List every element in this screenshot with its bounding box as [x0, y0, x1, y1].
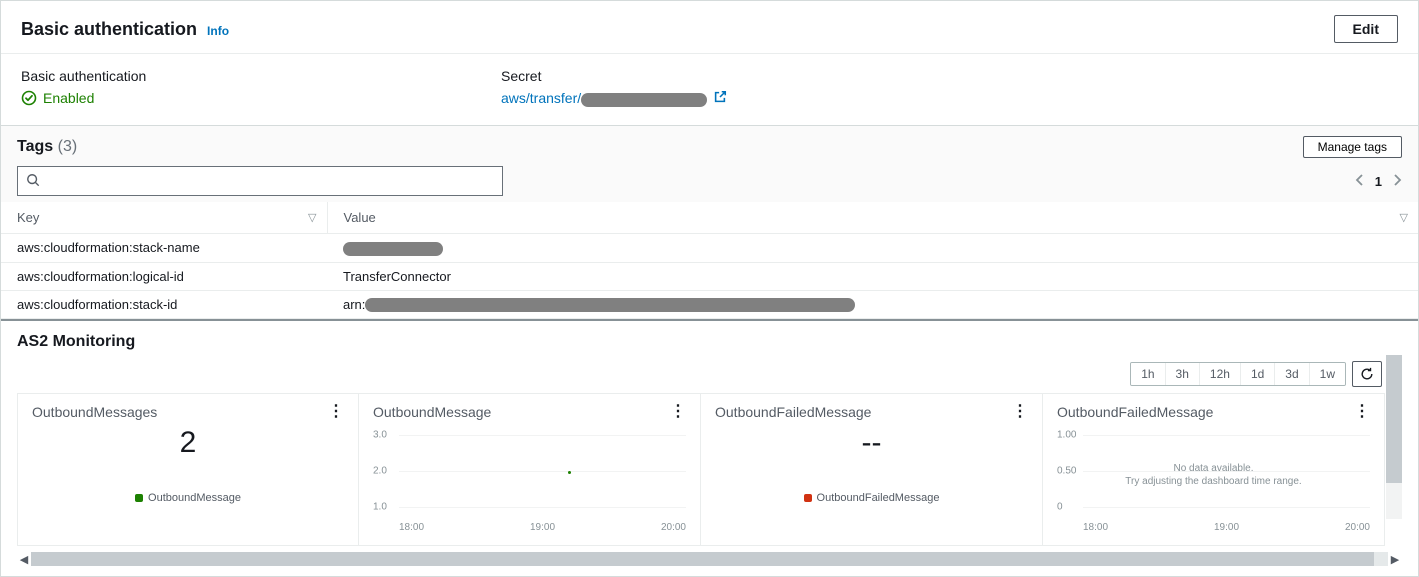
- prev-page-button[interactable]: [1355, 174, 1365, 189]
- next-page-button[interactable]: [1392, 174, 1402, 189]
- basic-auth-status: Enabled: [21, 90, 501, 106]
- basic-auth-title: Basic authentication: [21, 19, 197, 40]
- x-axis: 18:00 19:00 20:00: [1083, 522, 1370, 533]
- chart-card: OutboundMessage ⋮ 3.0 2.0 1.0 18:00 19:00 20:00: [359, 393, 701, 546]
- tags-panel: Tags (3) Manage tags 1: [1, 125, 1418, 319]
- table-row: aws:cloudformation:logical-idTransferCon…: [1, 262, 1418, 290]
- manage-tags-button[interactable]: Manage tags: [1303, 136, 1402, 158]
- tag-key: aws:cloudformation:logical-id: [1, 262, 327, 290]
- page-number: 1: [1375, 174, 1382, 189]
- y-tick-label: 1.0: [373, 501, 387, 512]
- chart-card: OutboundFailedMessage ⋮ 1.000.500No data a…: [1043, 393, 1385, 546]
- tags-pagination: 1: [1355, 174, 1402, 189]
- sort-caret-icon: ▽: [308, 211, 316, 224]
- no-data-message: No data available.Try adjusting the dash…: [1057, 430, 1370, 520]
- scroll-left-button[interactable]: ◀: [17, 553, 31, 566]
- sort-caret-icon: ▽: [1400, 211, 1408, 224]
- range-3h-button[interactable]: 3h: [1166, 363, 1200, 385]
- vertical-scrollbar[interactable]: [1386, 355, 1402, 519]
- tag-value: arn:: [327, 290, 1418, 319]
- range-3d-button[interactable]: 3d: [1275, 363, 1309, 385]
- tags-count: (3): [58, 138, 78, 155]
- chart-menu-button[interactable]: ⋮: [670, 404, 686, 420]
- chart-menu-button[interactable]: ⋮: [1354, 404, 1370, 420]
- x-tick-label: 19:00: [1214, 522, 1239, 533]
- check-circle-icon: [21, 90, 37, 106]
- metric-value: 2: [32, 426, 344, 460]
- chart-title: OutboundFailedMessage: [1057, 404, 1213, 420]
- scrollbar-thumb[interactable]: [31, 552, 1374, 566]
- x-tick-label: 20:00: [1345, 522, 1370, 533]
- horizontal-scrollbar[interactable]: ◀ ▶: [17, 552, 1402, 566]
- x-axis: 18:00 19:00 20:00: [399, 522, 686, 533]
- external-link-icon[interactable]: [713, 90, 727, 107]
- range-1w-button[interactable]: 1w: [1310, 363, 1345, 385]
- chart-menu-button[interactable]: ⋮: [1012, 404, 1028, 420]
- redacted-text: [365, 298, 855, 312]
- secret-label: Secret: [501, 68, 981, 84]
- legend-color-icon: [804, 494, 812, 502]
- chart-legend: OutboundMessage: [32, 492, 344, 504]
- info-link[interactable]: Info: [207, 24, 229, 38]
- chart-title: OutboundMessages: [32, 404, 157, 420]
- scroll-right-button[interactable]: ▶: [1388, 553, 1402, 566]
- charts-row: OutboundMessages⋮2OutboundMessageOutboun…: [17, 393, 1402, 546]
- monitoring-panel: AS2 Monitoring 1h3h12h1d3d1w OutboundMes…: [1, 319, 1418, 566]
- tags-table: Key▽ Value▽ aws:cloudformation:stack-nam…: [1, 202, 1418, 319]
- grid-line: [399, 471, 686, 472]
- chart-title: OutboundFailedMessage: [715, 404, 871, 420]
- table-row: aws:cloudformation:stack-idarn:: [1, 290, 1418, 319]
- secret-link[interactable]: aws/transfer/: [501, 90, 707, 106]
- legend-label: OutboundMessage: [148, 492, 241, 504]
- mini-chart: 1.000.500No data available.Try adjusting…: [1057, 430, 1370, 520]
- x-tick-label: 18:00: [1083, 522, 1108, 533]
- tags-title: Tags (3): [17, 138, 77, 156]
- y-tick-label: 2.0: [373, 465, 387, 476]
- chart-legend: OutboundFailedMessage: [715, 492, 1028, 504]
- refresh-button[interactable]: [1352, 361, 1382, 387]
- legend-color-icon: [135, 494, 143, 502]
- table-row: aws:cloudformation:stack-name: [1, 234, 1418, 263]
- tag-value: TransferConnector: [327, 262, 1418, 290]
- data-point: [568, 471, 571, 474]
- grid-line: [399, 435, 686, 436]
- basic-auth-header: Basic authentication Info Edit: [1, 1, 1418, 54]
- secret-prefix: aws/transfer/: [501, 90, 581, 106]
- basic-auth-status-label: Basic authentication: [21, 68, 501, 84]
- x-tick-label: 18:00: [399, 522, 424, 533]
- tags-title-text: Tags: [17, 138, 53, 155]
- tags-search[interactable]: [17, 166, 503, 196]
- x-tick-label: 20:00: [661, 522, 686, 533]
- chart-menu-button[interactable]: ⋮: [328, 404, 344, 420]
- basic-auth-body: Basic authentication Enabled Secret aws/…: [1, 54, 1418, 125]
- grid-line: [399, 507, 686, 508]
- range-12h-button[interactable]: 12h: [1200, 363, 1241, 385]
- metric-value: --: [715, 426, 1028, 460]
- tag-key: aws:cloudformation:stack-id: [1, 290, 327, 319]
- tag-value: [327, 234, 1418, 263]
- tag-key: aws:cloudformation:stack-name: [1, 234, 327, 263]
- redacted-text: [581, 93, 707, 107]
- chart-card: OutboundFailedMessage ⋮ -- OutboundFailedMe…: [701, 393, 1043, 546]
- y-tick-label: 3.0: [373, 429, 387, 440]
- chart-title: OutboundMessage: [373, 404, 491, 420]
- redacted-text: [343, 242, 443, 256]
- range-1h-button[interactable]: 1h: [1131, 363, 1165, 385]
- x-tick-label: 19:00: [530, 522, 555, 533]
- tags-col-key[interactable]: Key▽: [1, 202, 327, 234]
- time-range-group: 1h3h12h1d3d1w: [1130, 362, 1346, 386]
- status-text: Enabled: [43, 90, 94, 106]
- scrollbar-track[interactable]: [31, 552, 1388, 566]
- monitoring-title: AS2 Monitoring: [1, 321, 1418, 355]
- search-icon: [26, 173, 40, 190]
- tags-search-input[interactable]: [46, 173, 494, 190]
- range-1d-button[interactable]: 1d: [1241, 363, 1275, 385]
- edit-button[interactable]: Edit: [1334, 15, 1398, 43]
- chart-card: OutboundMessages ⋮ 2 OutboundMessage: [17, 393, 359, 546]
- legend-label: OutboundFailedMessage: [817, 492, 940, 504]
- tags-col-value[interactable]: Value▽: [327, 202, 1418, 234]
- mini-chart: 3.0 2.0 1.0: [373, 430, 686, 520]
- scrollbar-thumb[interactable]: [1386, 355, 1402, 483]
